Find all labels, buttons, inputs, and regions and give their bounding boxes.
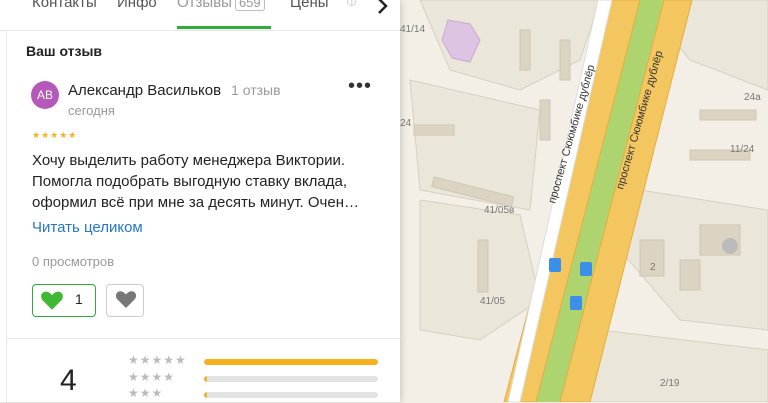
poi-icon[interactable]: [722, 238, 738, 254]
rating-bar-fill: [204, 392, 208, 398]
tab-reviews-label: Отзывы: [177, 0, 232, 11]
svg-text:41/05: 41/05: [480, 296, 505, 307]
dislike-button[interactable]: [106, 284, 144, 317]
rating-row-stars: ★★★★: [128, 370, 176, 384]
rating-bar: [204, 376, 378, 382]
like-count: 1: [75, 291, 83, 307]
author-review-count: 1 отзыв: [231, 82, 281, 98]
rating-bar-fill: [204, 376, 208, 382]
svg-text:41/05в: 41/05в: [484, 205, 514, 216]
reviews-count-badge: 659: [234, 0, 265, 11]
tab-bar: Контакты Инфо Отзывы 659 Цены Ф: [0, 0, 400, 31]
tab-contacts[interactable]: Контакты: [32, 0, 97, 11]
chevron-right-icon[interactable]: [372, 0, 392, 16]
rating-bar: [204, 359, 378, 365]
organization-panel: Контакты Инфо Отзывы 659 Цены Ф Ваш отзыв…: [0, 0, 401, 403]
tab-info[interactable]: Инфо: [117, 0, 157, 11]
svg-text:24: 24: [400, 118, 412, 129]
svg-text:41/14: 41/14: [400, 24, 425, 35]
rating-bar: [204, 392, 378, 398]
broken-heart-icon: [114, 287, 138, 317]
more-options-icon[interactable]: •••: [348, 76, 374, 100]
review-date: сегодня: [68, 103, 115, 118]
review-author[interactable]: Александр Васильков 1 отзыв: [68, 82, 281, 99]
tab-prices[interactable]: Цены: [290, 0, 329, 11]
review-stars: ★★★★★: [32, 130, 78, 140]
svg-text:24a: 24a: [744, 92, 761, 103]
rating-bar-fill: [204, 359, 378, 365]
read-more-link[interactable]: Читать целиком: [32, 219, 143, 236]
views-count: 0 просмотров: [32, 254, 115, 269]
tab-reviews[interactable]: Отзывы 659: [177, 0, 265, 11]
tab-more-photos[interactable]: Ф: [346, 0, 357, 11]
active-tab-indicator: [177, 26, 271, 29]
rating-value: 4: [60, 364, 77, 397]
rating-row-stars: ★★★★★: [128, 353, 187, 367]
rating-distribution-row: ★★★★: [128, 370, 380, 385]
svg-text:2: 2: [650, 262, 656, 273]
avatar[interactable]: АВ: [31, 81, 59, 109]
section-title: Ваш отзыв: [26, 43, 103, 59]
green-heart-icon: [39, 287, 65, 319]
rating-row-stars: ★★★: [128, 386, 164, 400]
svg-text:2/19: 2/19: [660, 378, 680, 389]
rating-distribution-row: ★★★: [128, 386, 380, 401]
rating-distribution-row: ★★★★★: [128, 353, 380, 368]
author-name[interactable]: Александр Васильков: [68, 82, 221, 99]
review-text: Хочу выделить работу менеджера Виктории.…: [32, 152, 359, 211]
like-button[interactable]: 1: [32, 284, 96, 317]
svg-text:11/24: 11/24: [730, 144, 755, 155]
